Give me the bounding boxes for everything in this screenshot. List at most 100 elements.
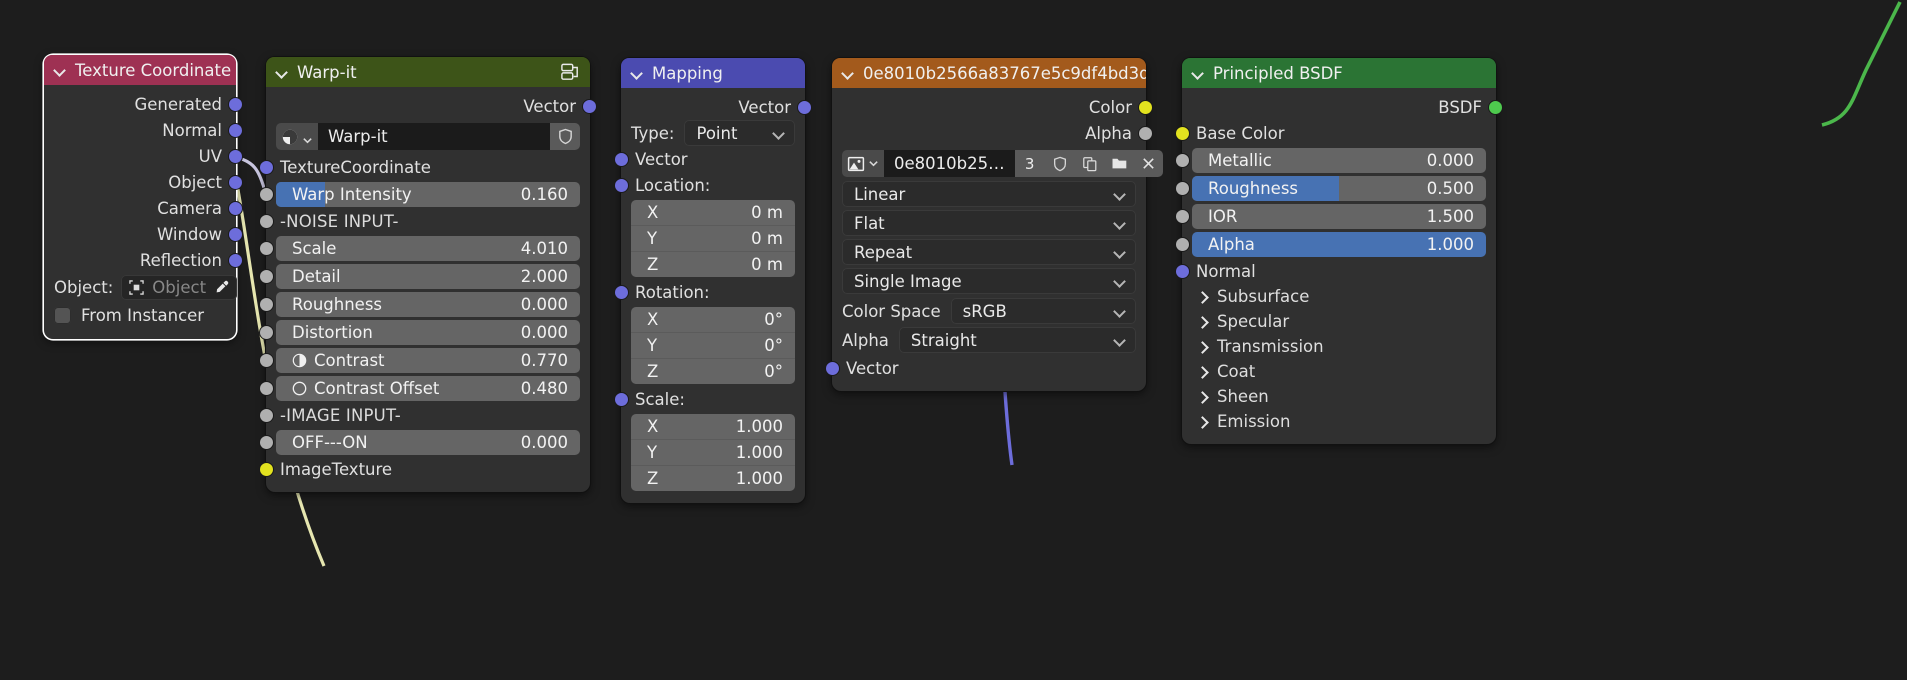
contrast-offset-slider[interactable]: Contrast Offset 0.480 [276,376,580,401]
scale-slider[interactable]: Scale 4.010 [276,236,580,261]
output-alpha[interactable]: Alpha [832,120,1146,146]
collapse-chevron-icon[interactable] [842,67,854,79]
socket-window[interactable] [228,227,243,242]
socket-imagetexture[interactable] [259,462,274,477]
output-uv[interactable]: UV [44,143,236,169]
node-principled-bsdf[interactable]: Principled BSDF BSDF Base Color Metallic… [1182,58,1496,444]
input-detail[interactable]: Detail 2.000 [266,262,590,290]
node-header-texture-coordinate[interactable]: Texture Coordinate [44,55,236,85]
scale-y[interactable]: Y 1.000 [631,440,795,466]
from-instancer-row[interactable]: From Instancer [44,301,236,329]
output-normal[interactable]: Normal [44,117,236,143]
socket-roughness[interactable] [259,297,274,312]
input-scale[interactable]: Scale: [621,386,805,412]
rotation-x[interactable]: X 0° [631,307,795,333]
panel-emission[interactable]: Emission [1182,409,1496,434]
input-imagetexture[interactable]: ImageTexture [266,456,590,482]
node-group-name[interactable]: Warp-it [318,123,550,150]
collapse-chevron-icon[interactable] [54,64,66,76]
socket-scale[interactable] [614,392,629,407]
socket-normal[interactable] [1175,264,1190,279]
alpha-mode-row[interactable]: Alpha Straight [832,327,1146,353]
output-camera[interactable]: Camera [44,195,236,221]
rotation-vector-group[interactable]: X 0° Y 0° Z 0° [631,307,795,384]
distortion-slider[interactable]: Distortion 0.000 [276,320,580,345]
collapse-chevron-icon[interactable] [276,66,288,78]
location-y[interactable]: Y 0 m [631,226,795,252]
output-window[interactable]: Window [44,221,236,247]
input-alpha[interactable]: Alpha 1.000 [1182,230,1496,258]
input-roughness[interactable]: Roughness 0.000 [266,290,590,318]
socket-vector-in[interactable] [825,361,840,376]
node-header-warp-it[interactable]: Warp-it [266,57,590,87]
socket-normal[interactable] [228,123,243,138]
socket-vector-out[interactable] [797,100,812,115]
mapping-type-row[interactable]: Type: Point [621,120,805,146]
node-editor-canvas[interactable]: Texture Coordinate Generated Normal UV O… [0,0,1907,680]
eyedropper-icon[interactable] [214,280,229,295]
socket-alpha[interactable] [1138,126,1153,141]
extension-dropdown[interactable]: Repeat [842,239,1136,265]
panel-specular[interactable]: Specular [1182,309,1496,334]
socket-metallic[interactable] [1175,153,1190,168]
color-space-dropdown[interactable]: sRGB [951,298,1136,324]
input-image-header[interactable]: -IMAGE INPUT- [266,402,590,428]
input-vector[interactable]: Vector [621,146,805,172]
mapping-type-dropdown[interactable]: Point [684,120,795,146]
socket-reflection[interactable] [228,253,243,268]
socket-roughness[interactable] [1175,181,1190,196]
node-group-datablock-row[interactable]: Warp-it [276,123,580,150]
input-warp-intensity[interactable]: Warp Intensity 0.160 [266,180,590,208]
node-group-browse-button[interactable] [276,123,318,150]
node-header-principled-bsdf[interactable]: Principled BSDF [1182,58,1496,88]
color-space-row[interactable]: Color Space sRGB [832,298,1146,324]
image-user-count[interactable]: 3 [1015,150,1045,177]
socket-texturecoordinate[interactable] [259,160,274,175]
input-texturecoordinate[interactable]: TextureCoordinate [266,154,590,180]
alpha-mode-dropdown[interactable]: Straight [899,327,1136,353]
output-vector[interactable]: Vector [266,93,590,119]
roughness-slider[interactable]: Roughness 0.000 [276,292,580,317]
interpolation-dropdown[interactable]: Linear [842,181,1136,207]
input-distortion[interactable]: Distortion 0.000 [266,318,590,346]
contrast-slider[interactable]: Contrast 0.770 [276,348,580,373]
output-vector[interactable]: Vector [621,94,805,120]
fake-user-button[interactable] [550,123,580,150]
collapse-chevron-icon[interactable] [1192,67,1204,79]
projection-dropdown[interactable]: Flat [842,210,1136,236]
metallic-slider[interactable]: Metallic 0.000 [1192,148,1486,173]
input-scale[interactable]: Scale 4.010 [266,234,590,262]
source-dropdown[interactable]: Single Image [842,268,1136,294]
socket-scale[interactable] [259,241,274,256]
input-contrast[interactable]: Contrast 0.770 [266,346,590,374]
rotation-z[interactable]: Z 0° [631,359,795,384]
input-ior[interactable]: IOR 1.500 [1182,202,1496,230]
socket-color[interactable] [1138,100,1153,115]
ior-slider[interactable]: IOR 1.500 [1192,204,1486,229]
panel-sheen[interactable]: Sheen [1182,384,1496,409]
output-generated[interactable]: Generated [44,91,236,117]
panel-transmission[interactable]: Transmission [1182,334,1496,359]
input-normal[interactable]: Normal [1182,258,1496,284]
rotation-y[interactable]: Y 0° [631,333,795,359]
node-group-icon[interactable] [560,63,580,81]
image-datablock-row[interactable]: 0e8010b25… 3 [842,150,1136,177]
object-input[interactable]: Object [121,275,237,300]
input-roughness[interactable]: Roughness 0.500 [1182,174,1496,202]
image-browse-button[interactable] [842,150,884,177]
input-metallic[interactable]: Metallic 0.000 [1182,146,1496,174]
input-location[interactable]: Location: [621,172,805,198]
socket-camera[interactable] [228,201,243,216]
socket-uv[interactable] [228,149,243,164]
socket-noise-input[interactable] [259,214,274,229]
roughness-slider[interactable]: Roughness 0.500 [1192,176,1486,201]
scale-z[interactable]: Z 1.000 [631,466,795,491]
location-x[interactable]: X 0 m [631,200,795,226]
panel-coat[interactable]: Coat [1182,359,1496,384]
socket-bsdf[interactable] [1488,100,1503,115]
scale-vector-group[interactable]: X 1.000 Y 1.000 Z 1.000 [631,414,795,491]
node-warp-it[interactable]: Warp-it Vector [266,57,590,492]
node-header-image-texture[interactable]: 0e8010b2566a83767e5c9df4bd3dc7… [832,58,1146,88]
off-on-slider[interactable]: OFF---ON 0.000 [276,430,580,455]
input-noise-header[interactable]: -NOISE INPUT- [266,208,590,234]
